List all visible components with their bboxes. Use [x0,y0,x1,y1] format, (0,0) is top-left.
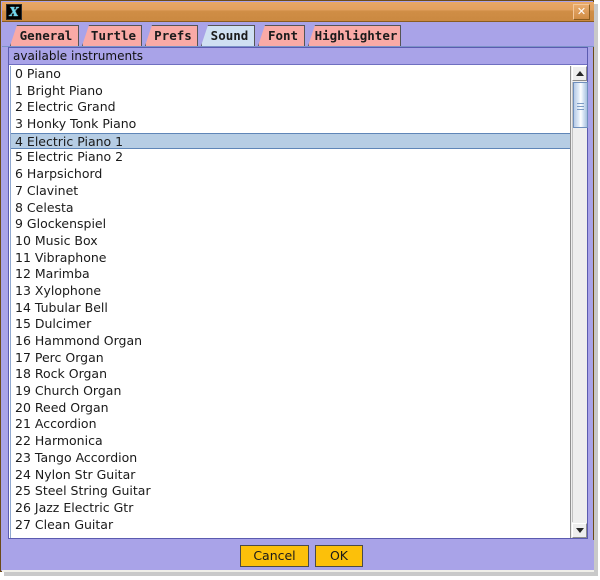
close-icon: ✕ [576,5,587,18]
list-item[interactable]: 26 Jazz Electric Gtr [11,500,570,517]
list-item[interactable]: 21 Accordion [11,416,570,433]
instrument-list-scrollbar[interactable] [570,66,588,538]
list-item[interactable]: 6 Harpsichord [11,166,570,183]
available-instruments-label: available instruments [9,48,587,65]
tab-prefs[interactable]: Prefs [145,25,198,46]
list-item[interactable]: 0 Piano [11,66,570,83]
cancel-button[interactable]: Cancel [240,545,309,567]
tab-font[interactable]: Font [258,25,305,46]
list-item[interactable]: 19 Church Organ [11,383,570,400]
tab-label: Highlighter [314,28,398,43]
sound-settings-panel: available instruments 0 Piano 1 Bright Pi… [8,47,588,539]
tab-general[interactable]: General [10,25,79,46]
tab-label: Prefs [154,28,192,43]
tab-bar: General Turtle Prefs Sound Font Highlighter [2,22,594,47]
list-item[interactable]: 1 Bright Piano [11,83,570,100]
triangle-down-icon [576,528,584,533]
window-frame: X ✕ General Turtle Prefs Sound Font Highlight… [0,0,594,572]
list-item[interactable]: 18 Rock Organ [11,366,570,383]
list-item[interactable]: 7 Clavinet [11,183,570,200]
list-item[interactable]: 23 Tango Accordion [11,450,570,467]
list-item[interactable]: 27 Clean Guitar [11,517,570,534]
title-bar: X ✕ [2,2,594,22]
grip-line-icon [577,103,584,104]
tab-turtle[interactable]: Turtle [82,25,142,46]
app-logo-icon: X [6,4,22,20]
list-item[interactable]: 20 Reed Organ [11,400,570,417]
tab-label: General [19,28,73,43]
tab-label: Turtle [90,28,137,43]
grip-line-icon [577,106,584,107]
tab-label: Font [267,28,299,43]
list-item[interactable]: 11 Vibraphone [11,250,570,267]
scroll-down-button[interactable] [572,523,587,538]
list-item[interactable]: 13 Xylophone [11,283,570,300]
list-item[interactable]: 17 Perc Organ [11,350,570,367]
list-item[interactable]: 24 Nylon Str Guitar [11,467,570,484]
list-item[interactable]: 2 Electric Grand [11,99,570,116]
tab-sound[interactable]: Sound [201,25,255,46]
close-window-button[interactable]: ✕ [573,4,590,20]
dialog-button-bar: Cancel OK [2,540,594,572]
application-window: X ✕ General Turtle Prefs Sound Font Highlight… [0,0,600,580]
list-item[interactable]: 16 Hammond Organ [11,333,570,350]
app-logo-glyph: X [9,5,19,19]
scroll-up-button[interactable] [572,66,587,81]
tab-highlighter[interactable]: Highlighter [308,25,401,46]
scrollbar-track[interactable] [572,82,588,522]
list-item[interactable]: 14 Tubular Bell [11,300,570,317]
list-item[interactable]: 8 Celesta [11,200,570,217]
list-item[interactable]: 12 Marimba [11,266,570,283]
window-shadow-right [594,4,598,576]
list-item[interactable]: 9 Glockenspiel [11,216,570,233]
list-item[interactable]: 22 Harmonica [11,433,570,450]
list-item[interactable]: 5 Electric Piano 2 [11,149,570,166]
grip-line-icon [577,109,584,110]
triangle-up-icon [576,71,584,76]
list-item[interactable]: 4 Electric Piano 1 [11,132,570,150]
list-item[interactable]: 10 Music Box [11,233,570,250]
list-item[interactable]: 15 Dulcimer [11,316,570,333]
ok-button[interactable]: OK [315,545,363,567]
tab-label: Sound [210,28,249,43]
scrollbar-thumb[interactable] [573,82,588,128]
window-shadow-bottom [4,572,598,576]
window-bottom-edge [2,570,594,572]
instrument-list[interactable]: 0 Piano 1 Bright Piano 2 Electric Grand 3 H… [10,66,570,538]
list-item[interactable]: 3 Honky Tonk Piano [11,116,570,133]
instrument-list-container: 0 Piano 1 Bright Piano 2 Electric Grand 3 H… [9,66,587,538]
list-item[interactable]: 25 Steel String Guitar [11,483,570,500]
